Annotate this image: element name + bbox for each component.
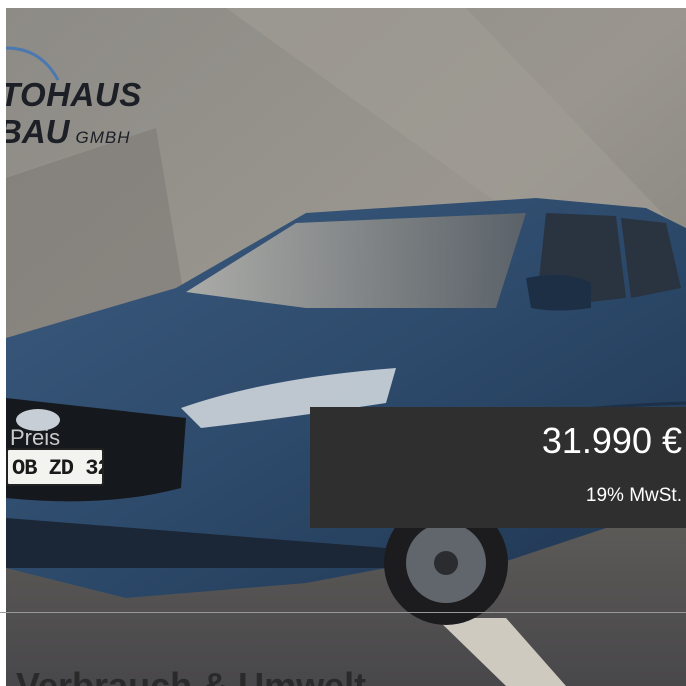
price-label: Preis <box>10 425 61 450</box>
dealer-logo-line2: BAU GMBH <box>6 115 142 148</box>
consumption-section-heading: Verbrauch & Umwelt <box>16 665 367 686</box>
vehicle-photo[interactable]: TOHAUS BAU GMBH OB ZD 323 <box>6 8 686 686</box>
price-box: 31.990 € 19% MwSt. <box>310 407 686 528</box>
price-vat-note: 19% MwSt. <box>585 485 682 506</box>
price-value: 31.990 € <box>541 420 682 461</box>
license-plate: OB ZD 323 <box>6 448 104 486</box>
dealer-logo-line1: TOHAUS <box>6 76 142 113</box>
dealer-logo-name: BAU <box>6 113 70 150</box>
dealer-logo-suffix: GMBH <box>75 128 131 147</box>
dealer-logo: TOHAUS BAU GMBH <box>6 78 142 148</box>
vehicle-listing-card: TOHAUS BAU GMBH OB ZD 323 Preis 31.990 € … <box>0 0 686 686</box>
section-divider <box>0 612 686 613</box>
